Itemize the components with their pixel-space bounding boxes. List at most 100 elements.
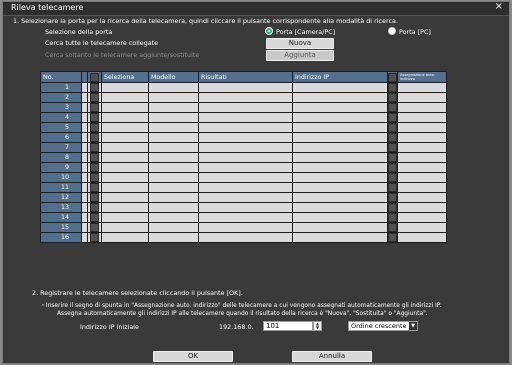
row-number: 8 — [40, 152, 82, 163]
row-select-checkbox[interactable] — [90, 233, 99, 242]
row-results — [198, 142, 293, 153]
row-ip — [292, 232, 388, 243]
row-select-cell — [87, 222, 102, 233]
radio-port-camera-pc[interactable] — [265, 27, 273, 35]
row-select-checkbox[interactable] — [90, 193, 99, 202]
row-number: 16 — [40, 232, 82, 243]
order-select[interactable]: Ordine crescente ▼ — [348, 321, 418, 331]
row-ip — [292, 162, 388, 173]
row-select-text — [101, 232, 149, 243]
row-select-text — [101, 102, 149, 113]
row-auto-ip-text — [397, 222, 447, 233]
row-select-checkbox[interactable] — [90, 173, 99, 182]
row-model — [148, 162, 199, 173]
select-all-checkbox[interactable] — [90, 72, 99, 82]
row-auto-ip-text — [397, 202, 447, 213]
row-auto-ip-checkbox[interactable] — [388, 103, 397, 112]
row-ip — [292, 212, 388, 223]
row-select-checkbox[interactable] — [90, 143, 99, 152]
ok-button[interactable]: OK — [153, 351, 233, 362]
row-select-checkbox[interactable] — [90, 83, 99, 92]
row-select-cell — [87, 82, 102, 93]
row-select-checkbox[interactable] — [90, 203, 99, 212]
row-model — [148, 92, 199, 103]
detect-cameras-dialog: Rileva telecamere × 1. Selezionare la po… — [2, 1, 510, 364]
row-auto-ip-cell — [387, 162, 398, 173]
row-model — [148, 82, 199, 93]
row-ip — [292, 222, 388, 233]
row-select-checkbox[interactable] — [90, 183, 99, 192]
row-results — [198, 232, 293, 243]
step1-instruction: 1. Selezionare la porta per la ricerca d… — [13, 17, 398, 25]
table-header-row: No. Seleziona Modello Risultati Indirizz… — [40, 71, 447, 83]
row-model — [148, 122, 199, 133]
row-auto-ip-checkbox[interactable] — [388, 193, 397, 202]
row-select-cell — [87, 232, 102, 243]
col-select-header: Seleziona — [101, 71, 149, 83]
row-ip — [292, 192, 388, 203]
new-search-button[interactable]: Nuova — [266, 38, 334, 49]
row-select-checkbox[interactable] — [90, 223, 99, 232]
row-select-text — [101, 152, 149, 163]
chevron-down-icon: ▼ — [409, 322, 417, 330]
row-auto-ip-checkbox[interactable] — [388, 203, 397, 212]
table-row: 10 — [40, 172, 447, 183]
row-select-cell — [87, 92, 102, 103]
row-auto-ip-checkbox[interactable] — [388, 153, 397, 162]
row-auto-ip-cell — [387, 102, 398, 113]
row-results — [198, 152, 293, 163]
row-select-checkbox[interactable] — [90, 163, 99, 172]
row-select-cell — [87, 152, 102, 163]
row-number: 4 — [40, 112, 82, 123]
row-auto-ip-checkbox[interactable] — [388, 93, 397, 102]
row-auto-ip-cell — [387, 82, 398, 93]
row-number: 7 — [40, 142, 82, 153]
row-select-checkbox[interactable] — [90, 213, 99, 222]
row-auto-ip-checkbox[interactable] — [388, 233, 397, 242]
radio-port-camera-pc-label: Porta [Camera/PC] — [276, 28, 336, 36]
row-number: 10 — [40, 172, 82, 183]
radio-port-pc[interactable] — [388, 27, 396, 35]
row-select-text — [101, 222, 149, 233]
row-auto-ip-checkbox[interactable] — [388, 173, 397, 182]
row-select-text — [101, 82, 149, 93]
row-select-checkbox[interactable] — [90, 103, 99, 112]
row-auto-ip-cell — [387, 122, 398, 133]
row-auto-ip-checkbox[interactable] — [388, 213, 397, 222]
row-auto-ip-checkbox[interactable] — [388, 83, 397, 92]
added-search-button[interactable]: Aggiunta — [266, 50, 334, 61]
row-auto-ip-checkbox[interactable] — [388, 223, 397, 232]
row-number: 5 — [40, 122, 82, 133]
start-ip-input[interactable]: 101 — [263, 321, 313, 331]
row-auto-ip-cell — [387, 192, 398, 203]
row-auto-ip-checkbox[interactable] — [388, 143, 397, 152]
ip-stepper[interactable]: ▲ ▼ — [313, 321, 322, 331]
row-select-checkbox[interactable] — [90, 123, 99, 132]
order-select-value: Ordine crescente — [351, 322, 407, 330]
row-results — [198, 132, 293, 143]
row-number: 9 — [40, 162, 82, 173]
row-auto-ip-text — [397, 152, 447, 163]
row-auto-ip-checkbox[interactable] — [388, 183, 397, 192]
row-auto-ip-text — [397, 172, 447, 183]
auto-ip-all-checkbox[interactable] — [388, 72, 397, 82]
row-select-checkbox[interactable] — [90, 133, 99, 142]
row-auto-ip-cell — [387, 172, 398, 183]
search-all-label: Cerca tutte le telecamere collegate — [45, 39, 159, 47]
cancel-button[interactable]: Annulla — [292, 351, 372, 362]
row-auto-ip-checkbox[interactable] — [388, 123, 397, 132]
row-model — [148, 202, 199, 213]
close-icon[interactable]: × — [495, 1, 503, 12]
row-auto-ip-text — [397, 162, 447, 173]
row-results — [198, 92, 293, 103]
row-select-checkbox[interactable] — [90, 113, 99, 122]
row-model — [148, 142, 199, 153]
row-select-checkbox[interactable] — [90, 93, 99, 102]
row-auto-ip-checkbox[interactable] — [388, 133, 397, 142]
row-number: 12 — [40, 192, 82, 203]
row-auto-ip-cell — [387, 222, 398, 233]
table-row: 2 — [40, 92, 447, 103]
row-select-checkbox[interactable] — [90, 153, 99, 162]
row-auto-ip-checkbox[interactable] — [388, 113, 397, 122]
row-auto-ip-checkbox[interactable] — [388, 163, 397, 172]
